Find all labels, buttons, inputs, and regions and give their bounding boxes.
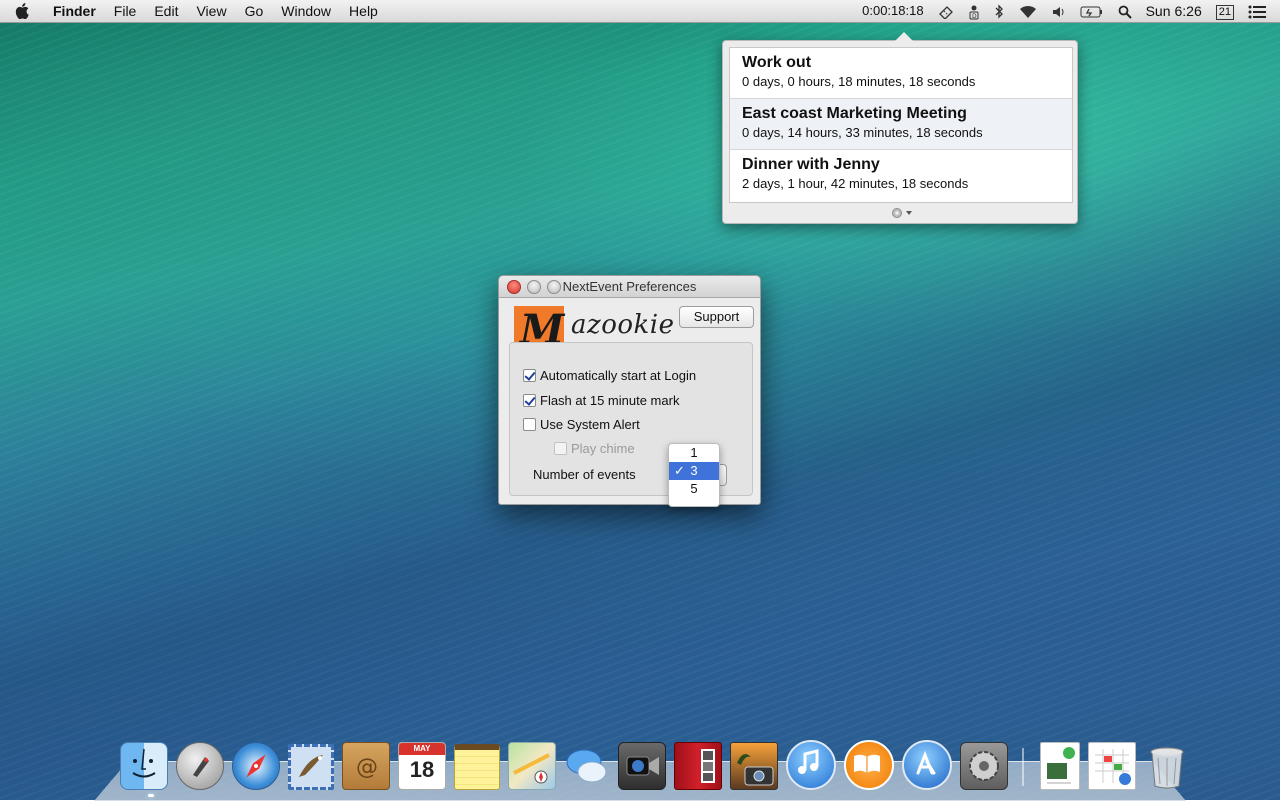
preview-document-icon[interactable] — [1040, 742, 1080, 790]
dock: @ MAY 18 — [120, 734, 1198, 790]
menu-option-5[interactable]: 5 — [669, 480, 719, 498]
menu-file[interactable]: File — [105, 0, 146, 22]
number-of-events-menu: 1 ✓ 3 5 — [668, 443, 720, 507]
wifi-icon[interactable] — [1011, 0, 1045, 22]
notes-icon[interactable] — [454, 744, 500, 790]
status-area: 0:00:18:18 D Sun 6:26 21 — [855, 0, 1280, 22]
menu-window[interactable]: Window — [272, 0, 340, 22]
battery-icon[interactable] — [1073, 0, 1111, 22]
system-alert-option[interactable]: Use System Alert — [523, 417, 640, 432]
menu-edit[interactable]: Edit — [145, 0, 187, 22]
calendar-date-value: 21 — [1215, 5, 1234, 20]
nextevent-popover: Work out 0 days, 0 hours, 18 minutes, 18… — [722, 32, 1078, 224]
finder-icon[interactable] — [120, 742, 168, 790]
popover-arrow — [895, 32, 913, 41]
event-item-dinner[interactable]: Dinner with Jenny 2 days, 1 hour, 42 min… — [730, 150, 1072, 201]
menu-help[interactable]: Help — [340, 0, 387, 22]
calendar-document-icon[interactable] — [1088, 742, 1136, 790]
logo-wordmark: azookie — [571, 310, 675, 340]
calendar-icon[interactable]: MAY 18 — [398, 742, 446, 790]
menu-option-3-label: 3 — [690, 463, 698, 478]
support-button[interactable]: Support — [679, 306, 754, 328]
event-title: Dinner with Jenny — [742, 156, 880, 173]
play-chime-option: Play chime — [554, 441, 635, 456]
event-countdown: 0 days, 14 hours, 33 minutes, 18 seconds — [742, 125, 983, 140]
window-titlebar[interactable]: NextEvent Preferences — [499, 276, 760, 298]
window-title: NextEvent Preferences — [562, 279, 697, 294]
event-item-marketing-meeting[interactable]: East coast Marketing Meeting 0 days, 14 … — [730, 99, 1072, 150]
itunes-icon[interactable] — [786, 740, 836, 790]
auto-start-label: Automatically start at Login — [540, 368, 697, 383]
iphoto-icon[interactable] — [730, 742, 778, 790]
nextevent-timer[interactable]: 0:00:18:18 — [855, 0, 930, 22]
menu-go[interactable]: Go — [236, 0, 273, 22]
app-store-icon[interactable] — [902, 740, 952, 790]
mail-icon[interactable] — [288, 744, 334, 790]
photo-booth-icon[interactable] — [674, 742, 722, 790]
menu-option-1[interactable]: 1 — [669, 444, 719, 462]
menu-option-3-selected[interactable]: ✓ 3 — [669, 462, 719, 480]
gear-menu-icon[interactable] — [891, 205, 915, 219]
preferences-window: NextEvent Preferences M azookie Support … — [498, 275, 761, 507]
auto-start-checkbox[interactable] — [523, 369, 536, 382]
number-of-events-label: Number of events — [533, 467, 636, 482]
system-alert-label: Use System Alert — [540, 417, 640, 432]
system-alert-checkbox[interactable] — [523, 418, 536, 431]
messages-icon[interactable] — [564, 744, 610, 790]
ibooks-icon[interactable] — [844, 740, 894, 790]
play-chime-label: Play chime — [571, 441, 635, 456]
launchpad-icon[interactable] — [176, 742, 224, 790]
svg-text:D: D — [972, 13, 977, 20]
safari-icon[interactable] — [232, 742, 280, 790]
calendar-date-icon[interactable]: 21 — [1209, 0, 1241, 22]
checkmark-icon: ✓ — [674, 463, 685, 478]
svg-text:@: @ — [356, 755, 378, 780]
maps-icon[interactable] — [508, 742, 556, 790]
bluetooth-icon[interactable] — [987, 0, 1011, 22]
notification-center-icon[interactable] — [1241, 0, 1280, 22]
event-title: Work out — [742, 54, 812, 71]
flash-checkbox[interactable] — [523, 394, 536, 407]
dropbox-drive-icon[interactable]: D — [961, 0, 987, 22]
event-title: East coast Marketing Meeting — [742, 105, 967, 122]
apple-icon[interactable] — [0, 2, 44, 20]
clock-time[interactable]: 6:26 — [1175, 0, 1209, 22]
facetime-icon[interactable] — [618, 742, 666, 790]
event-countdown: 2 days, 1 hour, 42 minutes, 18 seconds — [742, 176, 969, 191]
menu-app-finder[interactable]: Finder — [44, 0, 105, 22]
volume-icon[interactable] — [1045, 0, 1073, 22]
contacts-icon[interactable]: @ — [342, 742, 390, 790]
play-chime-checkbox — [554, 442, 567, 455]
system-preferences-icon[interactable] — [960, 742, 1008, 790]
auto-start-option[interactable]: Automatically start at Login — [523, 368, 696, 383]
menu-view[interactable]: View — [187, 0, 235, 22]
calendar-date: 18 — [409, 757, 435, 782]
ticket-icon[interactable] — [931, 0, 961, 22]
spotlight-search-icon[interactable] — [1111, 0, 1139, 22]
dock-separator — [1022, 748, 1024, 786]
event-item-work-out[interactable]: Work out 0 days, 0 hours, 18 minutes, 18… — [730, 48, 1072, 99]
event-list: Work out 0 days, 0 hours, 18 minutes, 18… — [729, 47, 1073, 203]
calendar-month: MAY — [399, 743, 445, 755]
trash-icon[interactable] — [1144, 744, 1190, 790]
clock-day[interactable]: Sun — [1139, 0, 1175, 22]
flash-label: Flash at 15 minute mark — [540, 393, 680, 408]
menu-bar: Finder File Edit View Go Window Help 0:0… — [0, 0, 1280, 23]
finder-running-indicator — [148, 794, 154, 797]
event-countdown: 0 days, 0 hours, 18 minutes, 18 seconds — [742, 74, 976, 89]
flash-option[interactable]: Flash at 15 minute mark — [523, 393, 679, 408]
